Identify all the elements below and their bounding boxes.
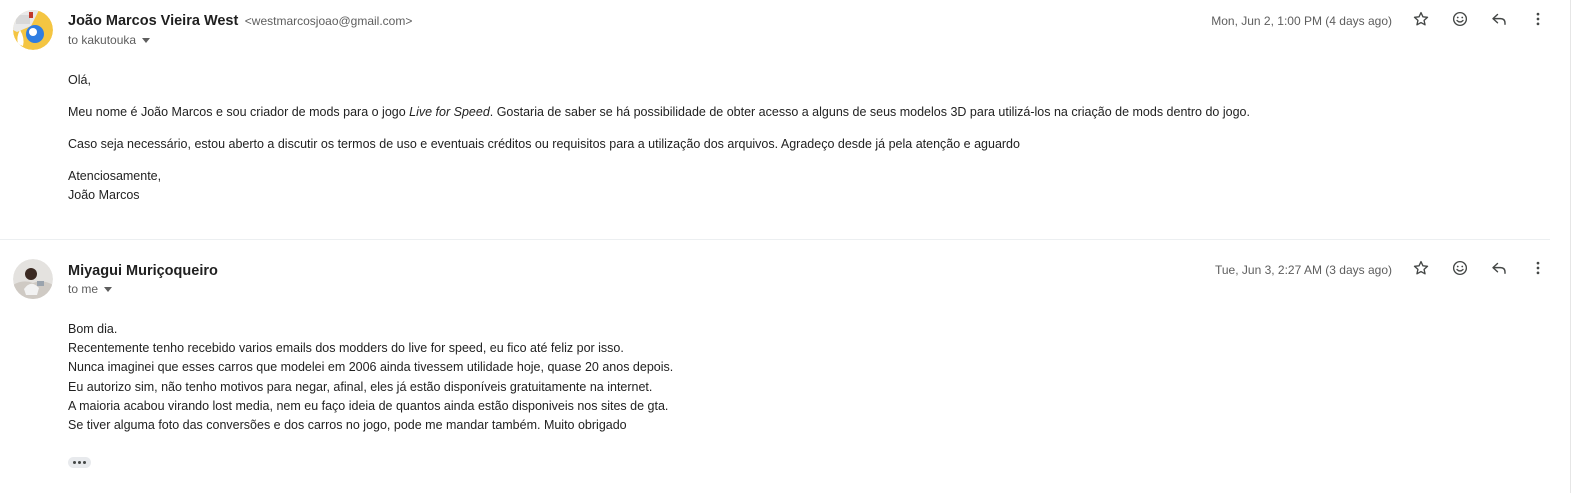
body-line: Se tiver alguma foto das conversões e do… bbox=[68, 418, 627, 433]
dot bbox=[78, 461, 81, 464]
message-body: Bom dia. Recentemente tenho recebido var… bbox=[68, 320, 968, 435]
more-options-button[interactable] bbox=[1526, 258, 1550, 282]
more-vert-icon bbox=[1529, 10, 1547, 33]
closing: Atenciosamente, bbox=[68, 169, 162, 183]
sender-line: Miyagui Muriçoqueiro bbox=[68, 262, 218, 280]
message-date: Mon, Jun 2, 1:00 PM (4 days ago) bbox=[1211, 14, 1392, 28]
sender-line: João Marcos Vieira West <westmarcosjoao@… bbox=[68, 12, 412, 30]
caret-down-icon bbox=[142, 37, 151, 43]
recipient-label: to kakutouka bbox=[68, 33, 137, 47]
add-reaction-button[interactable] bbox=[1448, 258, 1472, 282]
dot bbox=[83, 461, 86, 464]
reply-icon bbox=[1490, 259, 1508, 282]
sender-name[interactable]: Miyagui Muriçoqueiro bbox=[68, 263, 218, 279]
body-text: . Gostaria de saber se há possibilidade … bbox=[489, 105, 1250, 119]
recipient-label: to me bbox=[68, 282, 99, 296]
avatar[interactable] bbox=[13, 259, 53, 299]
signature: João Marcos bbox=[68, 188, 140, 203]
caret-down-icon bbox=[104, 286, 113, 292]
body-text: Meu nome é João Marcos e sou criador de … bbox=[68, 105, 410, 119]
body-line: Nunca imaginei que esses carros que mode… bbox=[68, 360, 674, 375]
reply-icon bbox=[1490, 10, 1508, 33]
body-paragraph: Meu nome é João Marcos e sou criador de … bbox=[68, 103, 1368, 122]
sender-email: <westmarcosjoao@gmail.com> bbox=[244, 14, 413, 28]
body-line: Eu autorizo sim, não tenho motivos para … bbox=[68, 379, 653, 394]
greeting: Olá, bbox=[68, 73, 91, 87]
scrollbar-track bbox=[1570, 0, 1571, 493]
more-vert-icon bbox=[1529, 259, 1547, 282]
show-trimmed-content-button[interactable] bbox=[68, 457, 91, 468]
dot bbox=[73, 461, 76, 464]
email-thread: João Marcos Vieira West <westmarcosjoao@… bbox=[0, 0, 1568, 493]
star-icon bbox=[1412, 10, 1430, 33]
body-line: Bom dia. bbox=[68, 322, 118, 336]
email-message: João Marcos Vieira West <westmarcosjoao@… bbox=[0, 0, 1568, 240]
body-line: A maioria acabou virando lost media, nem… bbox=[68, 398, 669, 413]
sender-name[interactable]: João Marcos Vieira West bbox=[68, 13, 238, 29]
star-button[interactable] bbox=[1409, 9, 1433, 33]
add-reaction-icon bbox=[1451, 259, 1469, 282]
scrollbar[interactable] bbox=[1568, 0, 1592, 493]
star-button[interactable] bbox=[1409, 258, 1433, 282]
body-paragraph: Caso seja necessário, estou aberto a dis… bbox=[68, 137, 1020, 151]
recipient-details-toggle[interactable]: to kakutouka bbox=[68, 33, 151, 47]
message-body: Olá, Meu nome é João Marcos e sou criado… bbox=[68, 71, 1368, 205]
game-title: Live for Speed bbox=[409, 105, 490, 119]
add-reaction-button[interactable] bbox=[1448, 9, 1472, 33]
reply-button[interactable] bbox=[1487, 9, 1511, 33]
email-message: Miyagui Muriçoqueiro to me Tue, Jun 3, 2… bbox=[0, 241, 1568, 493]
more-options-button[interactable] bbox=[1526, 9, 1550, 33]
message-divider bbox=[0, 239, 1550, 240]
avatar[interactable] bbox=[13, 10, 53, 50]
reply-button[interactable] bbox=[1487, 258, 1511, 282]
add-reaction-icon bbox=[1451, 10, 1469, 33]
recipient-details-toggle[interactable]: to me bbox=[68, 282, 113, 296]
star-icon bbox=[1412, 259, 1430, 282]
body-line: Recentemente tenho recebido varios email… bbox=[68, 341, 624, 356]
message-date: Tue, Jun 3, 2:27 AM (3 days ago) bbox=[1215, 263, 1392, 277]
